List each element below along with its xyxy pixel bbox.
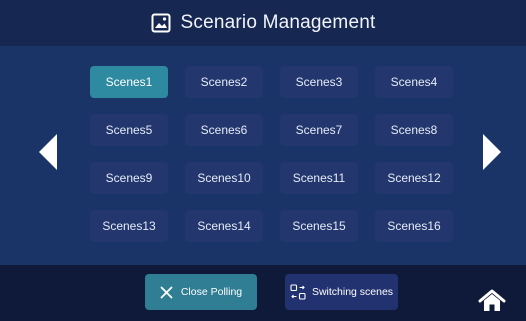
scene-button[interactable]: Scenes6: [185, 114, 263, 146]
scene-button[interactable]: Scenes9: [90, 162, 168, 194]
scene-button[interactable]: Scenes11: [280, 162, 358, 194]
scene-button[interactable]: Scenes8: [375, 114, 453, 146]
scene-button[interactable]: Scenes4: [375, 66, 453, 98]
scenario-management-screen: Scenario Management Scenes1 Scenes2 Scenes…: [0, 0, 526, 321]
scene-button[interactable]: Scenes13: [90, 210, 168, 242]
scene-button[interactable]: Scenes10: [185, 162, 263, 194]
image-icon: [151, 13, 171, 33]
switching-scenes-label: Switching scenes: [311, 286, 394, 298]
scene-button[interactable]: Scenes14: [185, 210, 263, 242]
scene-button[interactable]: Scenes7: [280, 114, 358, 146]
close-polling-label: Close Polling: [180, 286, 243, 298]
header-bar: Scenario Management: [0, 0, 526, 46]
scene-button[interactable]: Scenes1: [90, 66, 168, 98]
close-icon: [160, 286, 173, 298]
triangle-left-icon: [39, 134, 57, 170]
switching-scenes-button[interactable]: Switching scenes: [285, 274, 398, 310]
scene-button[interactable]: Scenes16: [375, 210, 453, 242]
triangle-right-icon: [483, 134, 501, 170]
next-page-button[interactable]: [482, 132, 502, 172]
scene-grid: Scenes1 Scenes2 Scenes3 Scenes4 Scenes5 Scene…: [90, 66, 453, 242]
close-polling-button[interactable]: Close Polling: [145, 274, 257, 310]
home-icon: [478, 289, 506, 311]
scene-button[interactable]: Scenes15: [280, 210, 358, 242]
scene-button[interactable]: Scenes2: [185, 66, 263, 98]
switch-icon: [290, 284, 306, 300]
header-title-group: Scenario Management: [151, 12, 376, 34]
home-button[interactable]: [477, 289, 507, 313]
scene-button[interactable]: Scenes5: [90, 114, 168, 146]
page-title: Scenario Management: [180, 12, 376, 33]
scene-button[interactable]: Scenes3: [280, 66, 358, 98]
footer-bar: Close Polling Switching scenes: [0, 265, 526, 321]
scene-button[interactable]: Scenes12: [375, 162, 453, 194]
previous-page-button[interactable]: [38, 132, 58, 172]
